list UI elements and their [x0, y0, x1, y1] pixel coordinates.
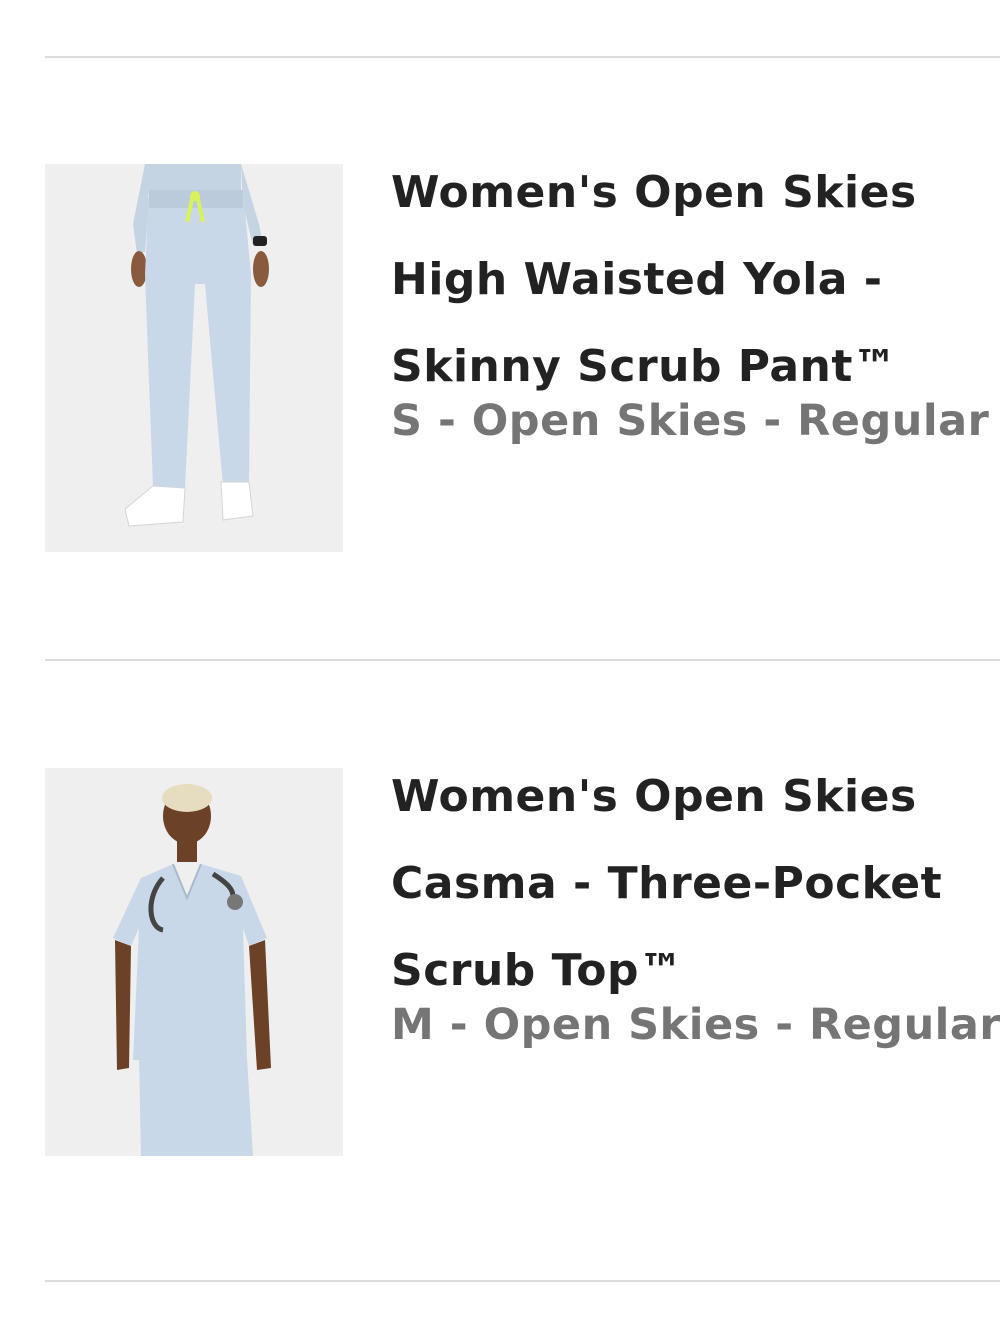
item-info: Women's Open Skies Casma - Three-Pocket …	[391, 768, 1000, 1053]
product-image-pants[interactable]	[45, 164, 343, 552]
scrub-pants-photo-icon	[45, 164, 343, 552]
product-title[interactable]: Women's Open Skies High Waisted Yola - S…	[391, 149, 1000, 410]
variant-text: M - Open Skies - Regular	[391, 1000, 1000, 1050]
product-image-top[interactable]	[45, 768, 343, 1156]
item-info: Women's Open Skies High Waisted Yola - S…	[391, 164, 1000, 449]
title-line: Casma - Three-Pocket	[391, 858, 943, 909]
divider-top	[45, 56, 1000, 58]
variant-text: S - Open Skies - Regular	[391, 396, 990, 446]
divider-bottom	[45, 1280, 1000, 1282]
divider-middle	[45, 659, 1000, 661]
title-line: Women's Open Skies	[391, 167, 917, 218]
title-line: High Waisted Yola -	[391, 254, 883, 305]
product-title[interactable]: Women's Open Skies Casma - Three-Pocket …	[391, 753, 1000, 1014]
scrub-top-photo-icon	[45, 768, 343, 1156]
cart-item[interactable]: Women's Open Skies Casma - Three-Pocket …	[45, 768, 1000, 1156]
title-line: Women's Open Skies	[391, 771, 917, 822]
cart-item[interactable]: Women's Open Skies High Waisted Yola - S…	[45, 164, 1000, 552]
